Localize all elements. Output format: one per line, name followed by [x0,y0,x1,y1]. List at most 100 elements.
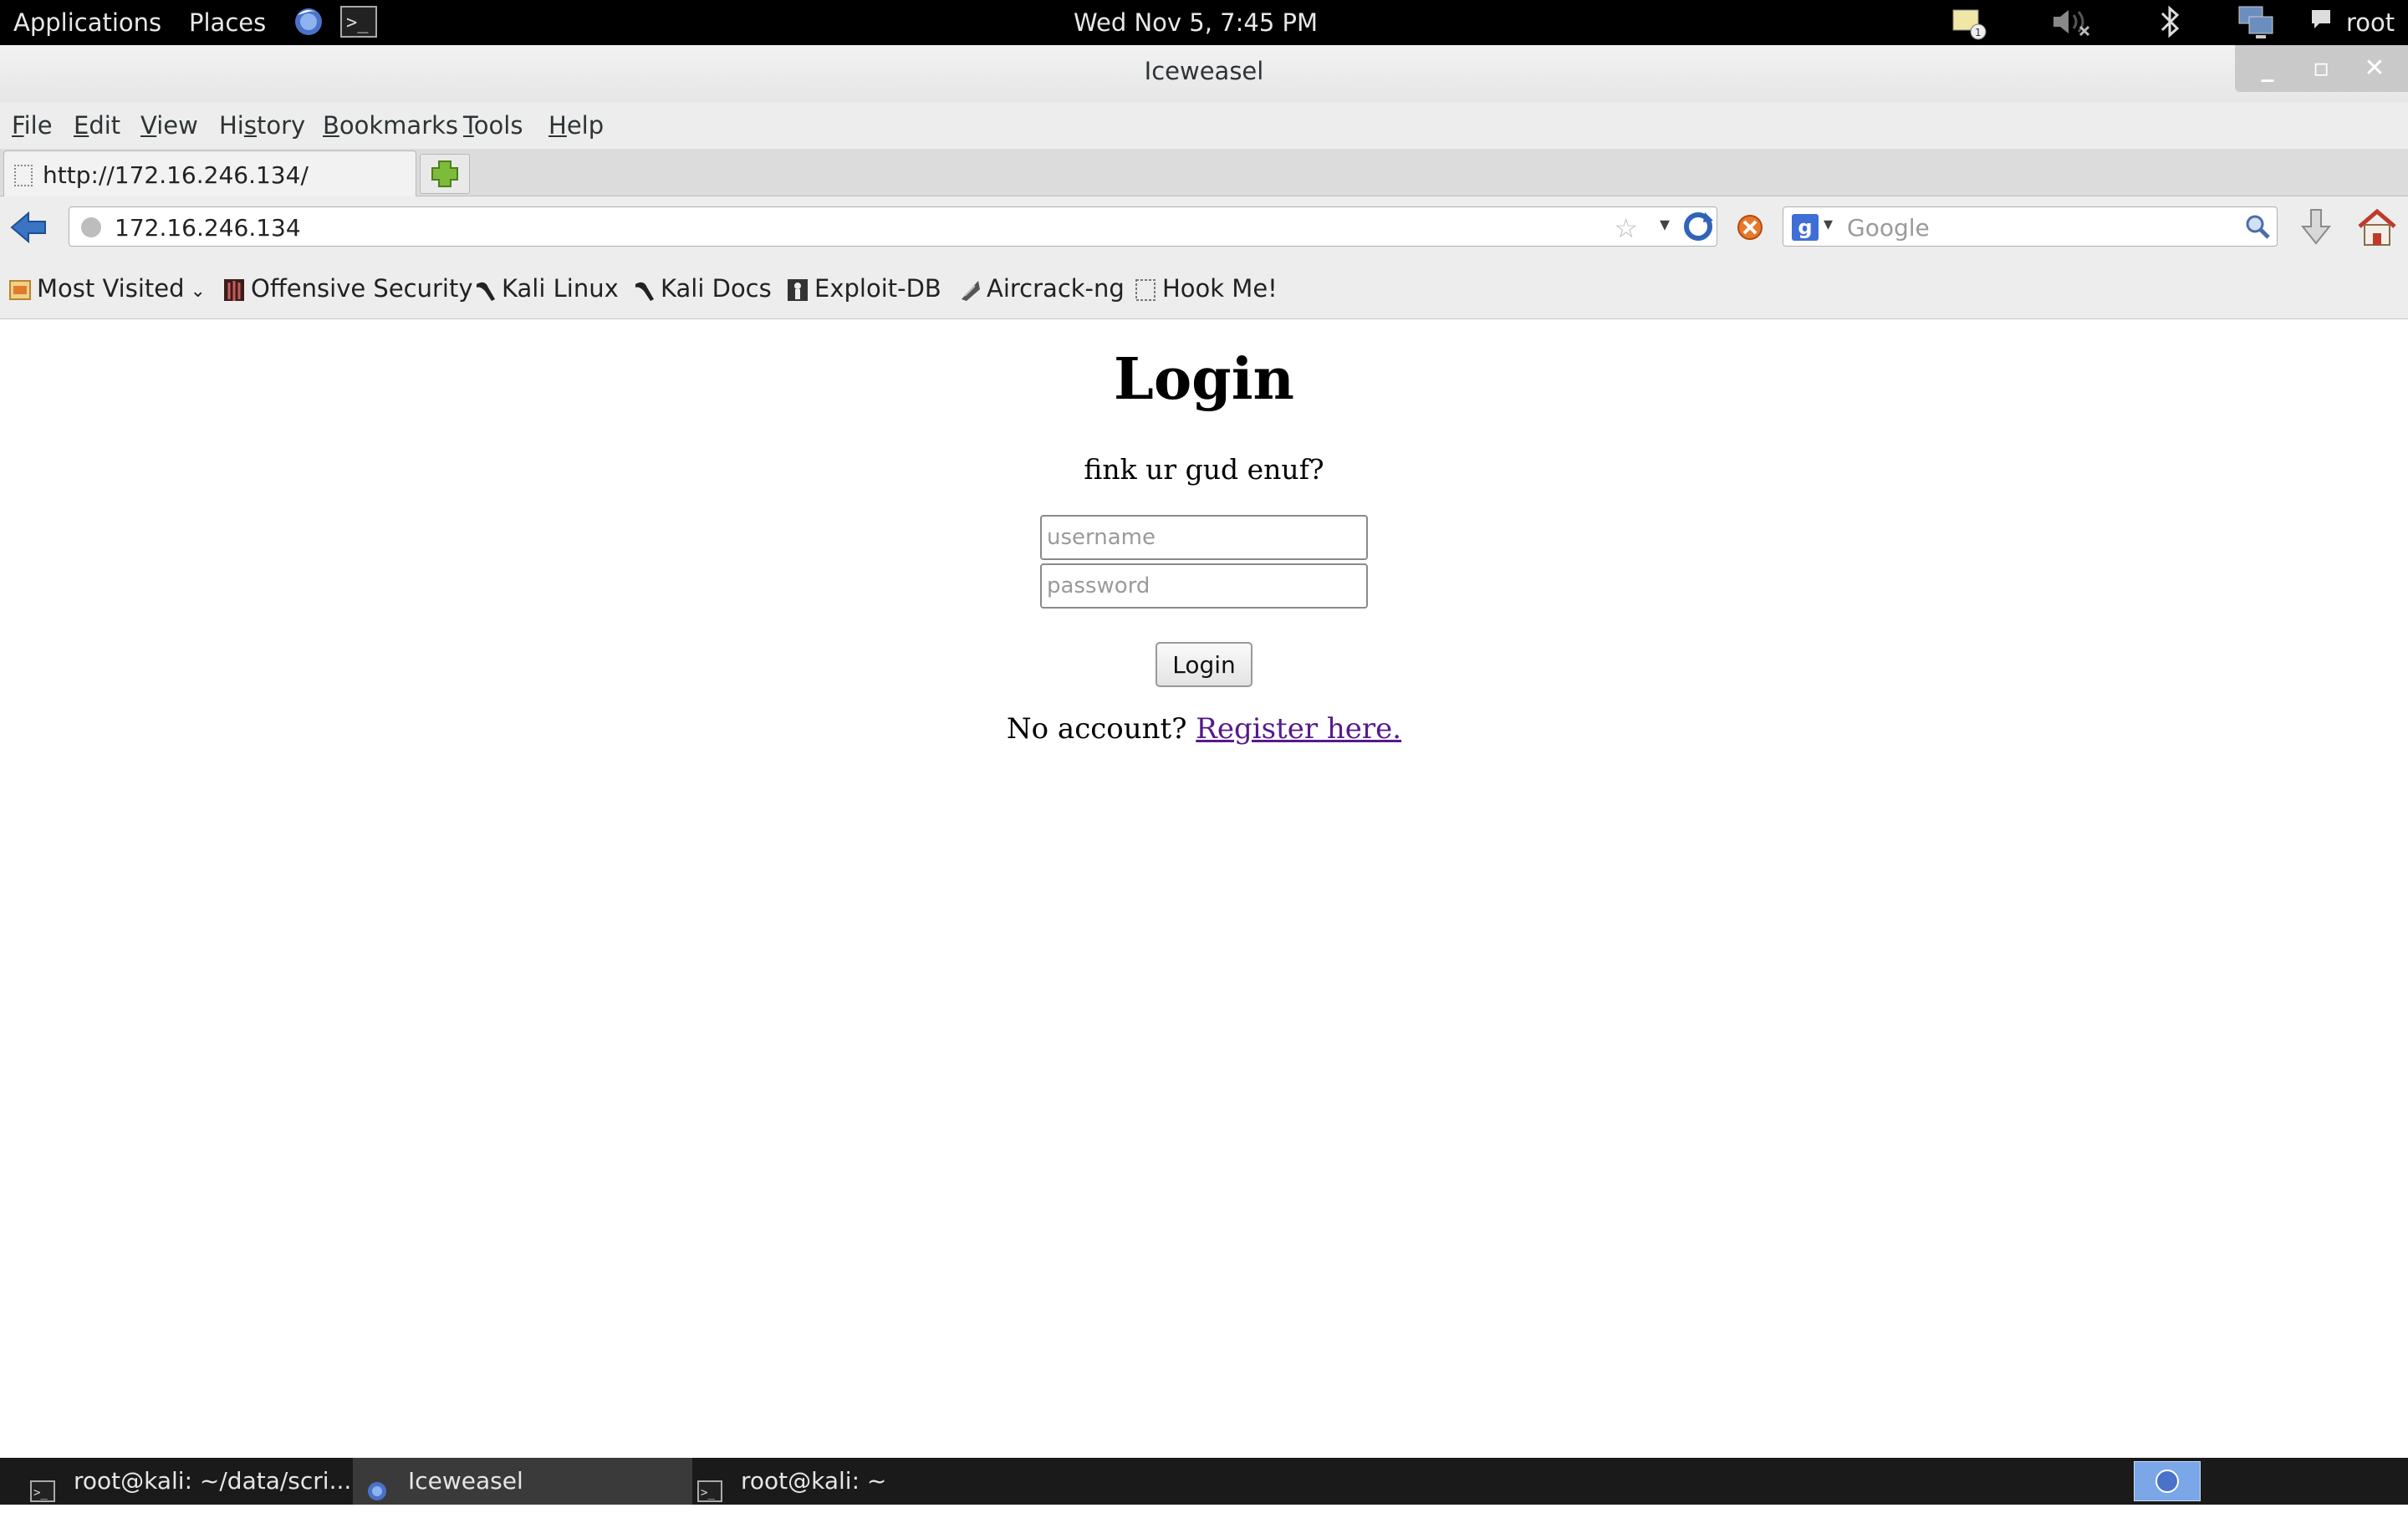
task-terminal-home[interactable]: >_ root@kali: ~ [686,1458,1023,1505]
tab-label: http://172.16.246.134/ [43,161,309,189]
task-label: root@kali: ~/data/scri... [74,1467,352,1495]
places-menu[interactable]: Places [189,7,266,38]
task-label: Iceweasel [408,1467,523,1495]
chevron-down-icon: ⌄ [184,281,206,302]
bookmark-label: Kali Linux [502,274,619,303]
downloads-button[interactable] [2299,208,2333,247]
search-input[interactable] [1845,212,2217,242]
terminal-icon: >_ [697,1471,722,1502]
username-input[interactable] [1040,515,1368,560]
window-title-bar[interactable]: Iceweasel _ ▫ ✕ [0,45,2408,103]
google-engine-icon[interactable]: g [1792,214,1819,241]
menu-help-label: elp [566,111,605,140]
window-title: Iceweasel [1144,57,1264,85]
url-text[interactable]: 172.16.246.134 [115,214,301,242]
top-panel: Applications Places >_ Wed Nov 5, 7:45 P… [0,0,2408,45]
password-input[interactable] [1040,563,1368,609]
menu-view-mnemonic: V [140,111,157,140]
task-label: root@kali: ~ [741,1467,887,1495]
maximize-icon[interactable]: ▫ [2295,45,2347,92]
bookmark-label: Most Visited [37,274,185,303]
applications-menu[interactable]: Applications [13,7,161,38]
new-tab-button[interactable] [420,154,470,194]
terminal-launcher-icon[interactable]: >_ [339,5,378,46]
tab-active[interactable]: http://172.16.246.134/ [3,150,416,196]
bookmark-hook-me[interactable]: Hook Me! [1134,273,1278,303]
menu-file-label: ile [23,111,53,140]
bookmark-label: Exploit-DB [814,274,941,303]
menu-edit-label: dit [89,111,121,140]
clock[interactable]: Wed Nov 5, 7:45 PM [1074,7,1318,38]
aircrack-icon [958,278,982,303]
svg-text:>_: >_ [701,1486,715,1500]
kali-dragon-icon [473,278,497,303]
minimize-icon[interactable]: _ [2242,45,2293,92]
plus-icon [431,160,458,187]
bookmarks-toolbar: Most Visited ⌄ Offensive Security Kali L… [0,258,2408,319]
svg-text:>_: >_ [33,1486,48,1500]
iceweasel-icon [365,1471,390,1500]
blank-page-icon [1134,278,1157,303]
menu-help-mnemonic: H [548,111,567,140]
page-icon [14,165,33,186]
window-controls: _ ▫ ✕ [2235,45,2408,92]
svg-text:>_: >_ [346,13,369,33]
browser-launcher-icon[interactable] [293,3,324,46]
bookmark-kali-docs[interactable]: Kali Docs [632,273,772,303]
svg-text:1: 1 [1975,27,1982,38]
offsec-icon [222,278,246,303]
bluetooth-icon[interactable] [2157,3,2184,48]
network-icon[interactable] [2234,3,2278,48]
task-terminal-data[interactable]: >_ root@kali: ~/data/scri... [18,1458,356,1505]
reload-icon [1684,212,1713,241]
url-bar[interactable]: 172.16.246.134 ☆ ▾ [69,206,1717,247]
notification-icon[interactable]: 1 [1950,3,1988,49]
menu-bar: File Edit View History Bookmarks Tools H… [0,102,2408,149]
home-icon [2358,208,2396,246]
chat-icon[interactable] [2309,7,2333,39]
menu-view-label: iew [156,111,198,140]
register-link[interactable]: Register here. [1196,712,1401,746]
bookmark-exploit-db[interactable]: Exploit-DB [786,273,941,303]
bookmark-star-icon[interactable]: ☆ [1614,212,1638,244]
bookmark-aircrack-ng[interactable]: Aircrack-ng [958,273,1125,303]
search-icon[interactable] [2243,212,2272,241]
home-button[interactable] [2356,208,2398,247]
stop-button[interactable] [1736,213,1764,242]
login-button[interactable]: Login [1156,642,1252,687]
workspace-switcher[interactable] [2134,1461,2201,1501]
kali-dragon-icon [632,278,656,303]
menu-view[interactable]: View [140,110,198,140]
menu-history-mnemonic: s [243,111,257,140]
bookmark-most-visited[interactable]: Most Visited ⌄ [8,273,206,307]
register-prompt-line: No account? Register here. [0,712,2408,746]
menu-bookmarks[interactable]: Bookmarks [323,110,458,140]
menu-bookmarks-label: ookmarks [339,111,459,140]
menu-help[interactable]: Help [548,110,604,140]
stop-icon [1737,215,1763,240]
register-prompt: No account? [1006,712,1187,746]
download-arrow-icon [2300,209,2332,245]
close-icon[interactable]: ✕ [2349,45,2400,92]
menu-file[interactable]: File [12,110,53,140]
reload-button[interactable] [1680,207,1717,246]
bookmark-kali-linux[interactable]: Kali Linux [473,273,619,303]
bookmark-label: Hook Me! [1162,274,1278,303]
page-content: Login fink ur gud enuf? Login No account… [0,319,2408,1458]
menu-tools-label: ools [473,111,523,140]
search-bar[interactable]: g ▾ [1783,206,2278,247]
menu-tools-mnemonic: T [463,111,474,140]
back-button[interactable] [10,210,48,245]
task-iceweasel[interactable]: Iceweasel [353,1458,692,1505]
menu-history[interactable]: History [219,110,305,140]
user-menu[interactable]: root [2346,7,2395,38]
volume-muted-icon[interactable] [2050,5,2092,46]
menu-edit[interactable]: Edit [74,110,120,140]
menu-tools[interactable]: Tools [463,110,523,140]
history-dropdown-icon[interactable]: ▾ [1660,212,1670,236]
bookmark-offensive-security[interactable]: Offensive Security [222,273,473,303]
bottom-taskbar: >_ root@kali: ~/data/scri... Iceweasel >_… [0,1458,2408,1505]
tab-bar: http://172.16.246.134/ [0,149,2408,196]
engine-dropdown-icon[interactable]: ▾ [1824,214,1833,235]
bookmark-label: Offensive Security [251,274,473,303]
